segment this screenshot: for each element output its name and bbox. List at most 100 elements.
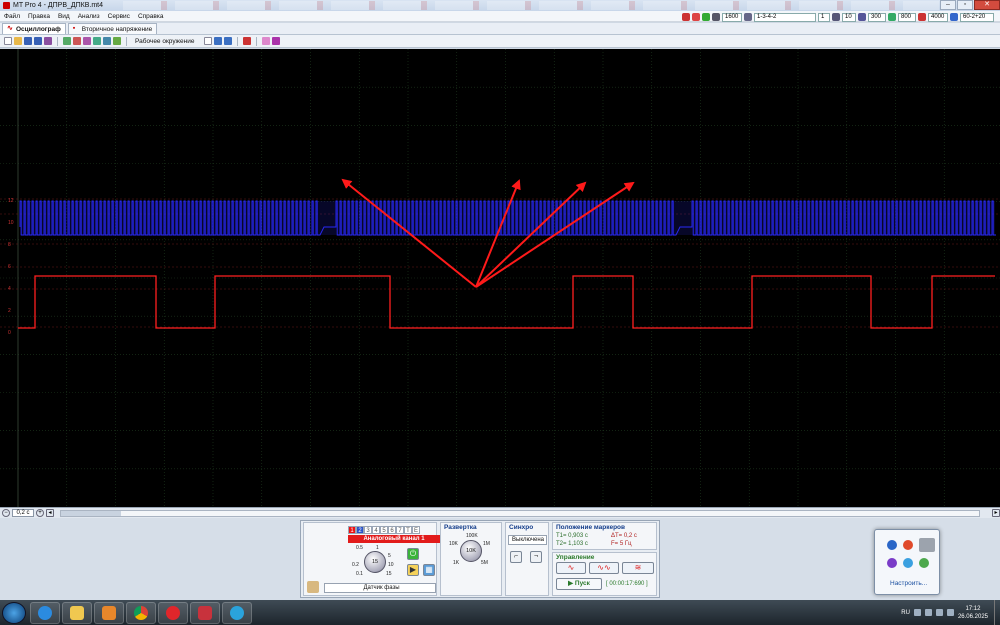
car-settings-icon[interactable] <box>243 37 251 45</box>
field-300[interactable]: 300 <box>868 12 886 22</box>
show-desktop-button[interactable] <box>994 600 1000 625</box>
export-icon[interactable] <box>113 37 121 45</box>
close-button[interactable]: ✕ <box>974 0 1000 10</box>
cross-icon[interactable] <box>272 37 280 45</box>
voltage-knob[interactable]: 15 <box>364 551 386 573</box>
rpm-field[interactable]: 1600 <box>722 12 742 22</box>
new-icon[interactable] <box>4 37 12 45</box>
field-4000[interactable]: 4000 <box>928 12 948 22</box>
field-10[interactable]: 10 <box>842 12 856 22</box>
control-title: Управление <box>556 554 595 561</box>
menu-service[interactable]: Сервис <box>104 13 134 20</box>
channel-tab-t[interactable]: Т <box>404 526 412 534</box>
channels-icon[interactable] <box>73 37 81 45</box>
grid-icon[interactable] <box>63 37 71 45</box>
channel-tab-1[interactable]: 1 <box>348 526 356 534</box>
rising-edge-icon[interactable]: ⌐ <box>510 551 522 563</box>
taskbar-ie[interactable] <box>30 601 60 624</box>
customize-link[interactable]: Настроить... <box>890 580 927 587</box>
channel-tab-e[interactable]: Е <box>412 526 420 534</box>
workspace-dropdown-icon[interactable] <box>204 37 212 45</box>
oscilloscope-display[interactable]: 12 10 8 6 4 2 0 <box>0 49 1000 507</box>
tab-secondary-voltage[interactable]: ▪ Вторичное напряжение <box>67 23 158 34</box>
taskbar-explorer[interactable] <box>62 601 92 624</box>
flag-icon[interactable] <box>946 609 954 616</box>
channel-title: Аналоговый канал 1 <box>348 535 440 543</box>
volume-icon[interactable] <box>935 609 943 616</box>
network-icon[interactable] <box>924 609 932 616</box>
save-as-icon[interactable] <box>34 37 42 45</box>
undo-icon[interactable] <box>214 37 222 45</box>
menu-file[interactable]: Файл <box>0 13 24 20</box>
sweep-knob[interactable]: 10K <box>460 540 482 562</box>
menu-view[interactable]: Вид <box>54 13 74 20</box>
taskbar-opera[interactable] <box>158 601 188 624</box>
tab-oscilloscope[interactable]: ∿ Осциллограф <box>2 23 66 34</box>
folder-icon <box>70 605 84 620</box>
redo-icon[interactable] <box>224 37 232 45</box>
dual-wave-icon[interactable]: ∿∿ <box>589 562 619 574</box>
save-icon[interactable] <box>24 37 32 45</box>
scroll-right-icon[interactable]: ▸ <box>992 509 1000 517</box>
car-icon[interactable] <box>682 13 690 21</box>
menu-edit[interactable]: Правка <box>24 13 54 20</box>
print-icon[interactable] <box>44 37 52 45</box>
scroll-thumb[interactable] <box>61 510 121 516</box>
rpm-icon <box>712 13 720 21</box>
channel-tab-3[interactable]: 3 <box>364 526 372 534</box>
taskbar-telegram[interactable] <box>222 601 252 624</box>
bluetooth-icon[interactable] <box>887 540 897 550</box>
sensor-select[interactable]: Датчик фазы <box>324 583 436 593</box>
zoom-icon[interactable] <box>83 37 91 45</box>
channel-tab-2[interactable]: 2 <box>356 526 364 534</box>
chrome-icon[interactable] <box>903 540 913 550</box>
scroll-left-icon[interactable]: ◂ <box>46 509 54 517</box>
pen-icon[interactable] <box>919 538 935 552</box>
toolbar-separator <box>256 36 257 46</box>
taskbar-chrome[interactable] <box>126 601 156 624</box>
open-icon[interactable] <box>14 37 22 45</box>
timebase-field[interactable]: 0,2 с <box>12 509 34 517</box>
clock[interactable]: 17:12 26.06.2025 <box>958 605 988 621</box>
battery-icon[interactable] <box>702 13 710 21</box>
clock-time: 17:12 <box>965 605 981 612</box>
channel-tab-6[interactable]: 6 <box>388 526 396 534</box>
horizontal-scrollbar[interactable] <box>60 509 980 517</box>
app-icon[interactable] <box>887 558 897 568</box>
channel-tab-4[interactable]: 4 <box>372 526 380 534</box>
zoom-out-icon[interactable]: − <box>2 509 10 517</box>
pin-icon[interactable] <box>262 37 270 45</box>
maximize-button[interactable]: ▫ <box>957 0 973 10</box>
field-800[interactable]: 800 <box>898 12 916 22</box>
start-button[interactable] <box>2 601 26 624</box>
wheel-select[interactable]: 60-2+20 <box>960 12 994 22</box>
scope-mode-icon[interactable]: ▦ <box>423 564 435 576</box>
channel-tab-5[interactable]: 5 <box>380 526 388 534</box>
falling-edge-icon[interactable]: ¬ <box>530 551 542 563</box>
sync-mode-select[interactable]: Выключена <box>508 535 547 545</box>
cylinder-icon[interactable] <box>692 13 700 21</box>
channel-tab-7[interactable]: 7 <box>396 526 404 534</box>
language-indicator[interactable]: RU <box>901 610 910 616</box>
markers-group: Положение маркеров T1= 0,903 с T2= 1,103… <box>552 522 657 550</box>
measure-icon[interactable] <box>93 37 101 45</box>
minimize-button[interactable]: – <box>940 0 956 10</box>
update-icon[interactable] <box>919 558 929 568</box>
firing-order-select[interactable]: 1-3-4-2 <box>754 12 816 22</box>
power-icon[interactable]: ⏻ <box>407 548 419 560</box>
tray-expand-icon[interactable] <box>913 609 921 616</box>
probe-icon <box>307 581 319 593</box>
start-button[interactable]: ▶ Пуск <box>556 578 602 590</box>
cylinder-select[interactable]: 1 <box>818 12 830 22</box>
filter-icon[interactable] <box>103 37 111 45</box>
sine-mode-icon[interactable]: ∿ <box>556 562 586 574</box>
play-icon[interactable]: ▶ <box>407 564 419 576</box>
menu-analysis[interactable]: Анализ <box>74 13 104 20</box>
taskbar-media[interactable] <box>94 601 124 624</box>
browser-icon[interactable] <box>903 558 913 568</box>
taskbar-mtpro[interactable] <box>190 601 220 624</box>
multi-wave-icon[interactable]: ≋ <box>622 562 654 574</box>
elapsed-time: [ 00:00:17:690 ] <box>606 581 648 587</box>
zoom-in-icon[interactable]: + <box>36 509 44 517</box>
menu-help[interactable]: Справка <box>134 13 168 20</box>
